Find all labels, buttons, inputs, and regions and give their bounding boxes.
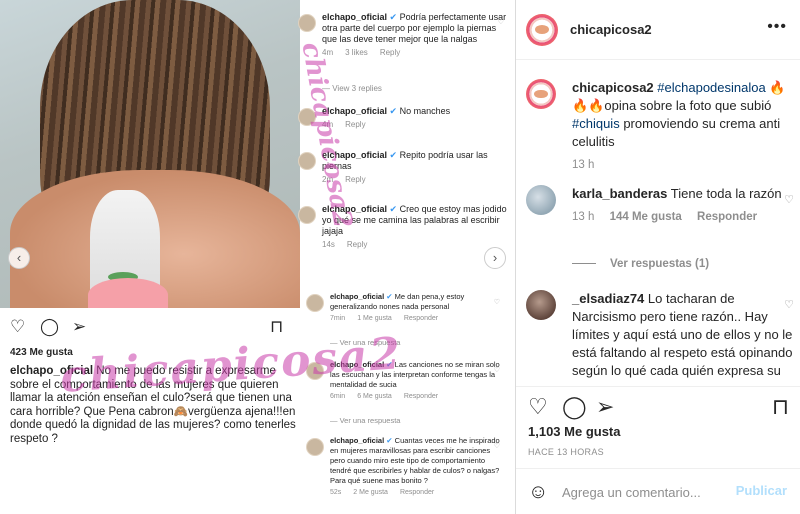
heart-icon[interactable]: ♡ [528,395,548,419]
avatar [306,362,324,380]
caption-time: 13 h [572,159,595,171]
image-comment: elchapo_oficial ✔ Creo que estoy mas jod… [298,204,508,249]
bookmark-icon[interactable]: ⊓ [772,395,789,419]
post-header: chicapicosa2 ••• [516,0,800,60]
avatar[interactable] [526,290,556,320]
image-comment: elchapo_oficial ✔ No manches 4m Reply [298,106,508,129]
image-comment: elchapo_oficial ✔ Las canciones no se mi… [306,360,504,400]
image-caption: elchapo_oficial No me puedo resistir a e… [10,365,296,445]
post-photo [0,0,300,308]
heart-icon[interactable]: ♡ [784,193,794,206]
avatar[interactable] [526,185,556,215]
hashtag-link[interactable]: #elchapodesinaloa [657,80,765,95]
avatar [298,152,316,170]
like-count[interactable]: 1,103 Me gusta [528,424,621,439]
image-action-bar: ♡ ◯ ➢ ⊓ [0,315,300,345]
image-like-count: 423 Me gusta [10,347,73,358]
comment-input[interactable] [562,481,732,503]
avatar [298,206,316,224]
comment-bar: ☺ Publicar [516,468,800,514]
more-icon[interactable]: ••• [767,18,787,36]
avatar [306,438,324,456]
avatar [298,108,316,126]
image-comment: elchapo_oficial ✔ Me dan pena,y estoy ge… [306,292,504,322]
caption-username[interactable]: chicapicosa2 [572,80,654,95]
view-reply: — Ver una respuesta [330,416,401,425]
comment-username[interactable]: _elsadiaz74 [572,291,644,306]
comment-item: karla_banderas Tiene toda la razón 13 h … [526,185,794,223]
hashtag-link[interactable]: #chiquis [572,116,620,131]
header-username[interactable]: chicapicosa2 [570,22,652,37]
emoji-icon[interactable]: ☺ [528,481,548,504]
post-timestamp: HACE 13 HORAS [528,447,604,457]
avatar[interactable] [526,79,556,109]
bookmark-icon: ⊓ [270,317,284,336]
comment-item: _elsadiaz74 Lo tacharan de Narcisismo pe… [526,290,794,380]
image-comment: elchapo_oficial ✔ Podría perfectamente u… [298,12,508,57]
avatar [298,14,316,32]
post-sidebar: chicapicosa2 ••• chicapicosa2 #elchapode… [515,0,800,514]
post-media: ‹ › elchapo_oficial ✔ Podría perfectamen… [0,0,515,514]
share-icon: ➢ [72,317,87,336]
screenshot-comments: elchapo_oficial ✔ Podría perfectamente u… [292,0,512,514]
prev-image-button[interactable]: ‹ [8,247,30,269]
comment-icon: ◯ [40,317,60,336]
comment-username[interactable]: karla_banderas [572,186,667,201]
publish-button[interactable]: Publicar [736,483,787,498]
image-comment: elchapo_oficial ✔ Cuantas veces me he in… [306,436,504,496]
avatar [306,294,324,312]
view-replies-button[interactable]: Ver respuestas (1) [572,258,709,270]
heart-icon: ♡ [493,367,500,374]
comment-icon[interactable]: ◯ [562,395,587,419]
photo-peach-sticker [88,278,168,308]
heart-icon: ♡ [493,443,500,450]
share-icon[interactable]: ➢ [596,395,614,419]
heart-icon: ♡ [497,19,504,26]
avatar[interactable] [526,14,558,46]
comment-likes[interactable]: 144 Me gusta [610,211,682,223]
heart-icon[interactable]: ♡ [784,298,794,311]
post-caption: chicapicosa2 #elchapodesinaloa 🔥🔥🔥opina … [526,79,794,171]
reply-button[interactable]: Responder [697,211,757,223]
comment-list: chicapicosa2 #elchapodesinaloa 🔥🔥🔥opina … [516,61,800,386]
heart-icon: ♡ [493,299,500,306]
heart-icon: ♡ [10,317,26,336]
view-reply: — Ver una respuesta [330,338,401,347]
image-comment: elchapo_oficial ✔ Repito podría usar las… [298,150,508,184]
view-replies: — View 3 replies [322,84,382,93]
